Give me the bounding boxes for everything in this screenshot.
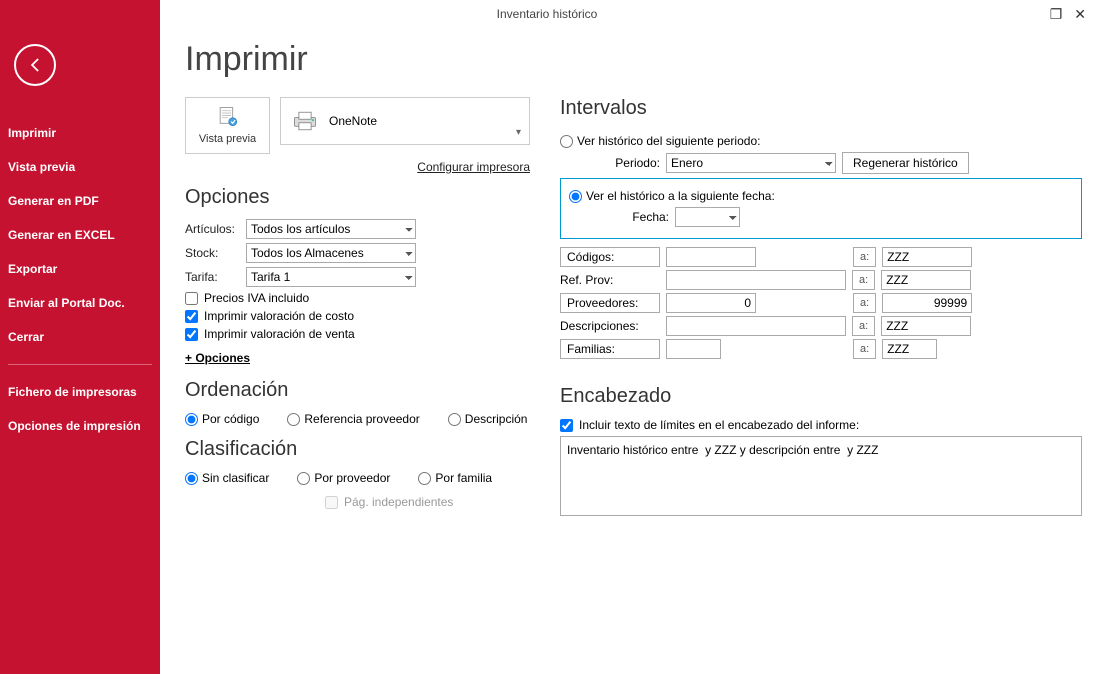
proveedores-to-input[interactable] bbox=[882, 293, 972, 313]
refprov-label: Ref. Prov: bbox=[560, 273, 660, 287]
valoracion-venta-label: Imprimir valoración de venta bbox=[204, 327, 355, 341]
refprov-a-separator: a: bbox=[852, 270, 875, 290]
sidebar-item-cerrar[interactable]: Cerrar bbox=[0, 320, 160, 354]
arrow-left-icon bbox=[25, 55, 45, 75]
sidebar-item-enviar-portal[interactable]: Enviar al Portal Doc. bbox=[0, 286, 160, 320]
window-title: Inventario histórico bbox=[497, 7, 598, 21]
sidebar-divider bbox=[8, 364, 152, 365]
precios-iva-checkbox[interactable] bbox=[185, 292, 198, 305]
valoracion-costo-checkbox[interactable] bbox=[185, 310, 198, 323]
periodo-select[interactable]: Enero bbox=[666, 153, 836, 173]
familias-to-input[interactable] bbox=[882, 339, 937, 359]
pag-independientes-label: Pág. independientes bbox=[344, 495, 453, 509]
familias-from-input[interactable] bbox=[666, 339, 721, 359]
close-icon[interactable]: ✕ bbox=[1074, 6, 1086, 23]
ordenacion-descripcion-label: Descripción bbox=[465, 412, 528, 426]
precios-iva-label: Precios IVA incluido bbox=[204, 291, 309, 305]
proveedores-a-separator: a: bbox=[853, 293, 876, 313]
refprov-to-input[interactable] bbox=[881, 270, 971, 290]
sidebar-item-fichero-impresoras[interactable]: Fichero de impresoras bbox=[0, 375, 160, 409]
stock-label: Stock: bbox=[185, 246, 240, 260]
articulos-label: Artículos: bbox=[185, 222, 240, 236]
sidebar-item-vista-previa[interactable]: Vista previa bbox=[0, 150, 160, 184]
pag-independientes-checkbox bbox=[325, 496, 338, 509]
descripciones-from-input[interactable] bbox=[666, 316, 846, 336]
ordenacion-codigo-label: Por código bbox=[202, 412, 259, 426]
ver-fecha-group: Ver el histórico a la siguiente fecha: F… bbox=[560, 178, 1082, 239]
opciones-heading: Opciones bbox=[185, 186, 530, 209]
codigos-button[interactable]: Códigos: bbox=[560, 247, 660, 267]
back-button[interactable] bbox=[14, 44, 56, 86]
ver-periodo-radio[interactable] bbox=[560, 135, 573, 148]
clasificacion-sin-radio[interactable] bbox=[185, 472, 198, 485]
encabezado-heading: Encabezado bbox=[560, 385, 1082, 408]
ordenacion-codigo-radio[interactable] bbox=[185, 413, 198, 426]
intervalos-heading: Intervalos bbox=[560, 97, 1082, 120]
articulos-select[interactable]: Todos los artículos bbox=[246, 219, 416, 239]
ordenacion-referencia-label: Referencia proveedor bbox=[304, 412, 419, 426]
clasificacion-proveedor-radio[interactable] bbox=[297, 472, 310, 485]
proveedores-from-input[interactable] bbox=[666, 293, 756, 313]
sidebar: Imprimir Vista previa Generar en PDF Gen… bbox=[0, 0, 160, 674]
printer-select[interactable]: OneNote ▾ bbox=[280, 97, 530, 145]
sidebar-item-generar-excel[interactable]: Generar en EXCEL bbox=[0, 218, 160, 252]
codigos-a-separator: a: bbox=[853, 247, 876, 267]
ordenacion-descripcion-radio[interactable] bbox=[448, 413, 461, 426]
valoracion-venta-checkbox[interactable] bbox=[185, 328, 198, 341]
sidebar-item-generar-pdf[interactable]: Generar en PDF bbox=[0, 184, 160, 218]
vista-previa-card[interactable]: Vista previa bbox=[185, 97, 270, 154]
ordenacion-heading: Ordenación bbox=[185, 379, 530, 402]
document-preview-icon bbox=[214, 106, 242, 128]
codigos-to-input[interactable] bbox=[882, 247, 972, 267]
familias-button[interactable]: Familias: bbox=[560, 339, 660, 359]
periodo-label: Periodo: bbox=[560, 156, 660, 170]
clasificacion-sin-label: Sin clasificar bbox=[202, 471, 269, 485]
clasificacion-familia-radio[interactable] bbox=[418, 472, 431, 485]
codigos-from-input[interactable] bbox=[666, 247, 756, 267]
printer-name: OneNote bbox=[329, 114, 377, 128]
ver-fecha-label: Ver el histórico a la siguiente fecha: bbox=[586, 189, 775, 203]
proveedores-button[interactable]: Proveedores: bbox=[560, 293, 660, 313]
incluir-limites-label: Incluir texto de límites en el encabezad… bbox=[579, 418, 859, 432]
tarifa-label: Tarifa: bbox=[185, 270, 240, 284]
configurar-impresora-link[interactable]: Configurar impresora bbox=[185, 160, 530, 174]
regenerar-historico-button[interactable]: Regenerar histórico bbox=[842, 152, 969, 174]
tarifa-select[interactable]: Tarifa 1 bbox=[246, 267, 416, 287]
descripciones-to-input[interactable] bbox=[881, 316, 971, 336]
chevron-down-icon: ▾ bbox=[516, 127, 521, 138]
descripciones-label: Descripciones: bbox=[560, 319, 660, 333]
refprov-from-input[interactable] bbox=[666, 270, 846, 290]
familias-a-separator: a: bbox=[853, 339, 876, 359]
stock-select[interactable]: Todos los Almacenes bbox=[246, 243, 416, 263]
fecha-label: Fecha: bbox=[569, 210, 669, 224]
encabezado-textarea[interactable] bbox=[560, 436, 1082, 516]
fecha-select[interactable] bbox=[675, 207, 740, 227]
clasificacion-proveedor-label: Por proveedor bbox=[314, 471, 390, 485]
ordenacion-referencia-radio[interactable] bbox=[287, 413, 300, 426]
sidebar-item-imprimir[interactable]: Imprimir bbox=[0, 116, 160, 150]
sidebar-item-exportar[interactable]: Exportar bbox=[0, 252, 160, 286]
mas-opciones-link[interactable]: + Opciones bbox=[185, 351, 250, 365]
ver-periodo-label: Ver histórico del siguiente periodo: bbox=[577, 134, 760, 148]
clasificacion-familia-label: Por familia bbox=[435, 471, 492, 485]
sidebar-item-opciones-impresion[interactable]: Opciones de impresión bbox=[0, 409, 160, 443]
vista-previa-label: Vista previa bbox=[196, 133, 259, 145]
clasificacion-heading: Clasificación bbox=[185, 438, 530, 461]
printer-icon bbox=[291, 110, 319, 132]
maximize-icon[interactable]: ❐ bbox=[1050, 6, 1063, 23]
valoracion-costo-label: Imprimir valoración de costo bbox=[204, 309, 354, 323]
incluir-limites-checkbox[interactable] bbox=[560, 419, 573, 432]
descripciones-a-separator: a: bbox=[852, 316, 875, 336]
ver-fecha-radio[interactable] bbox=[569, 190, 582, 203]
page-title: Imprimir bbox=[185, 40, 1082, 79]
